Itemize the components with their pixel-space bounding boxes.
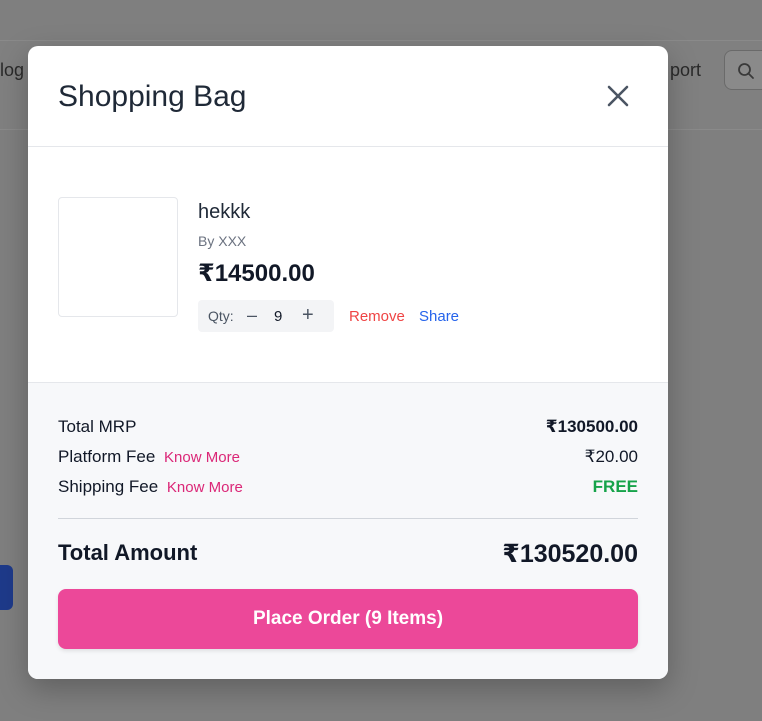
shopping-bag-modal: Shopping Bag hekkk By XXX ₹14500.00 Qty:…: [28, 46, 668, 679]
close-icon: [607, 85, 629, 107]
modal-header: Shopping Bag: [28, 46, 668, 147]
decrease-quantity-button[interactable]: –: [247, 305, 257, 326]
product-price: ₹14500.00: [198, 260, 315, 287]
shipping-fee-label: Shipping Fee: [58, 477, 159, 496]
product-brand: By XXX: [198, 233, 247, 249]
quantity-stepper: Qty: – 9 +: [198, 300, 334, 332]
product-name[interactable]: hekkk: [198, 201, 250, 224]
cart-item: hekkk By XXX ₹14500.00 Qty: – 9 + Remove…: [58, 197, 638, 337]
order-summary: Total MRP ₹130500.00 Platform Fee Know M…: [28, 382, 668, 679]
background-nav-link: port: [670, 60, 702, 80]
place-order-button[interactable]: Place Order (9 Items): [58, 589, 638, 649]
platform-fee-label: Platform Fee: [58, 447, 156, 466]
summary-divider: [58, 518, 638, 519]
platform-fee-know-more-link[interactable]: Know More: [164, 449, 240, 466]
total-mrp-value: ₹130500.00: [545, 417, 638, 436]
share-button[interactable]: Share: [419, 308, 459, 325]
modal-title: Shopping Bag: [58, 80, 247, 113]
total-amount-value: ₹130520.00: [502, 540, 638, 568]
background-button: [0, 565, 13, 610]
quantity-value: 9: [274, 308, 283, 325]
platform-fee-value: ₹20.00: [584, 447, 638, 466]
increase-quantity-button[interactable]: +: [302, 304, 314, 327]
background-nav-link: log: [0, 60, 25, 80]
shipping-fee-value: FREE: [592, 477, 638, 496]
search-icon: [738, 63, 754, 79]
quantity-label: Qty:: [208, 308, 234, 324]
total-amount-label: Total Amount: [58, 540, 198, 565]
background-search-box: [724, 50, 762, 90]
total-mrp-label: Total MRP: [58, 417, 137, 436]
close-button[interactable]: [604, 82, 632, 110]
product-image[interactable]: [58, 197, 178, 317]
remove-button[interactable]: Remove: [349, 308, 405, 325]
shipping-fee-know-more-link[interactable]: Know More: [167, 479, 243, 496]
